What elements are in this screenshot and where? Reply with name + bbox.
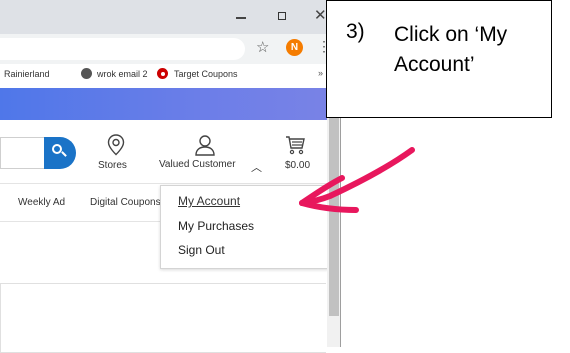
location-pin-icon[interactable] bbox=[107, 134, 125, 156]
stores-link[interactable]: Stores bbox=[98, 160, 127, 171]
nav-digital-coupons[interactable]: Digital Coupons bbox=[90, 197, 161, 208]
globe-icon bbox=[81, 68, 92, 79]
annotation-arrow bbox=[299, 147, 415, 213]
menu-item-my-account[interactable]: My Account bbox=[178, 194, 240, 208]
bookmark-wrok-email[interactable]: wrok email 2 bbox=[97, 69, 148, 79]
chevron-up-icon[interactable]: ︿ bbox=[251, 159, 262, 175]
bookmarks-bar bbox=[0, 64, 340, 89]
promo-banner bbox=[0, 88, 340, 120]
search-button[interactable] bbox=[44, 137, 76, 169]
bookmark-rainierland[interactable]: Rainierland bbox=[4, 69, 50, 79]
nav-weekly-ad[interactable]: Weekly Ad bbox=[18, 197, 65, 208]
nav-divider bbox=[0, 183, 328, 184]
menu-item-my-purchases[interactable]: My Purchases bbox=[178, 219, 254, 233]
minimize-icon[interactable] bbox=[236, 17, 246, 19]
target-logo-icon bbox=[157, 68, 168, 79]
step-number: 3) bbox=[346, 20, 365, 43]
browser-titlebar bbox=[0, 0, 340, 34]
bookmark-target-coupons[interactable]: Target Coupons bbox=[174, 69, 238, 79]
instruction-text: Click on ‘My Account’ bbox=[394, 23, 508, 76]
profile-avatar[interactable]: N bbox=[286, 39, 303, 56]
close-icon[interactable]: ✕ bbox=[314, 6, 327, 24]
maximize-icon[interactable] bbox=[278, 12, 286, 20]
user-icon[interactable] bbox=[194, 134, 216, 156]
nav-divider-lower bbox=[0, 221, 160, 222]
content-panel bbox=[0, 283, 326, 353]
menu-item-sign-out[interactable]: Sign Out bbox=[178, 243, 225, 257]
account-menu-toggle[interactable]: Valued Customer bbox=[159, 159, 236, 170]
url-field[interactable] bbox=[0, 38, 245, 60]
bookmark-star-icon[interactable]: ☆ bbox=[256, 38, 269, 56]
bookmarks-overflow-icon[interactable]: » bbox=[318, 68, 323, 78]
